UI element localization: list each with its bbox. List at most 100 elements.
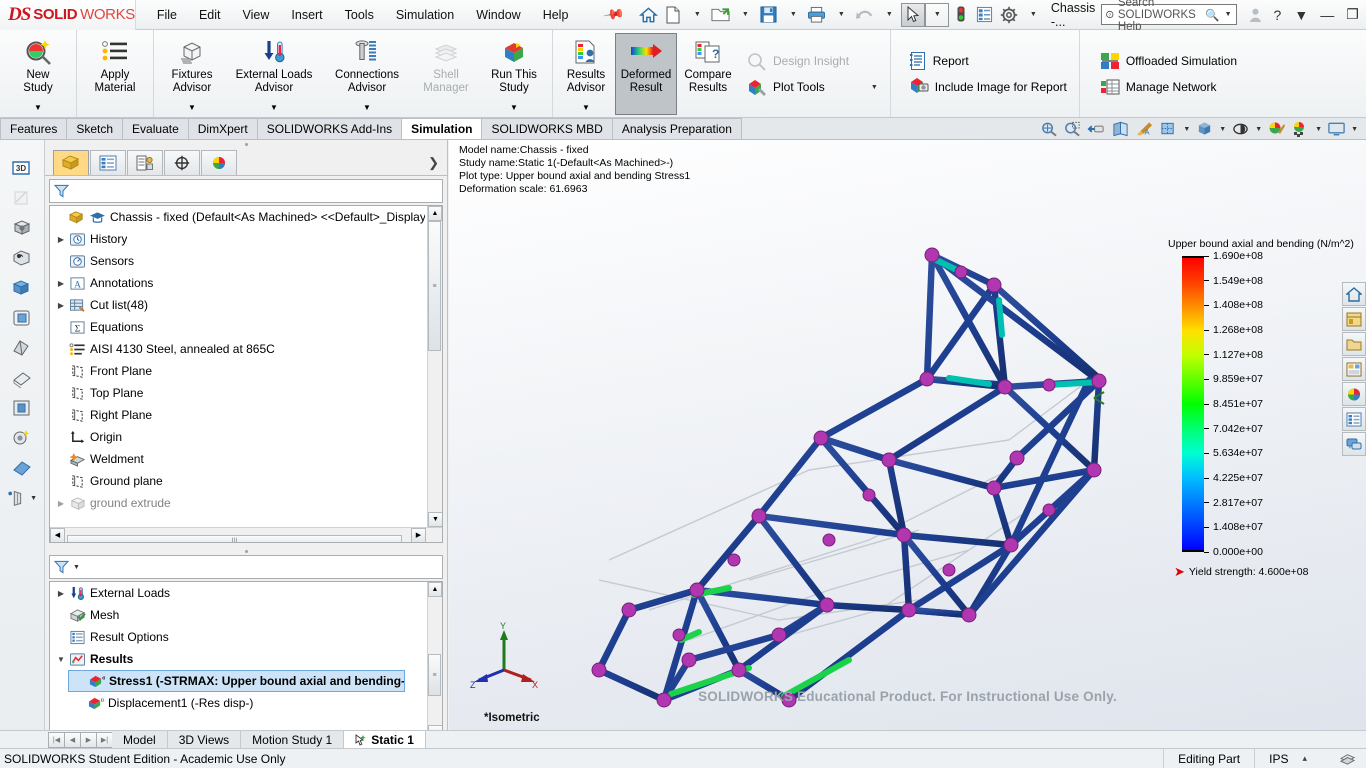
search-dropdown-icon[interactable]: ▼ — [1225, 11, 1232, 18]
file-explorer-icon[interactable] — [1342, 332, 1366, 356]
gear-icon[interactable] — [997, 3, 1021, 27]
tab-evaluate[interactable]: Evaluate — [122, 118, 189, 139]
feature-tree[interactable]: Chassis - fixed (Default<As Machined> <<… — [49, 205, 443, 543]
filter-bar[interactable] — [49, 179, 443, 203]
study-row-result-options[interactable]: Result Options — [50, 626, 425, 648]
hidden-lines-icon[interactable] — [7, 366, 37, 390]
view-palette-icon[interactable] — [1342, 357, 1366, 381]
tree-expander-cut-list[interactable]: ▶ — [54, 301, 68, 310]
study-tree-vscrollbar[interactable]: ▲ ≡ ▼ — [427, 582, 442, 740]
ribbon-fixtures-advisor-dropdown[interactable]: ▼ — [188, 103, 196, 115]
tab-features[interactable]: Features — [0, 118, 68, 139]
ribbon-deformed-result[interactable]: Deformed Result — [615, 33, 677, 115]
tree-row-cut-list[interactable]: ▶ Cut list(48) — [50, 294, 425, 316]
shaded-icon[interactable] — [7, 456, 37, 480]
scroll-down-button[interactable]: ▼ — [428, 512, 442, 527]
custom-properties-icon[interactable] — [1342, 407, 1366, 431]
ribbon-results-advisor-dropdown[interactable]: ▼ — [582, 103, 590, 115]
menu-file[interactable]: File — [156, 6, 178, 24]
ribbon-plot-tools[interactable]: Plot Tools ▼ — [741, 74, 884, 100]
ribbon-offloaded-simulation[interactable]: Offloaded Simulation — [1094, 48, 1243, 74]
section-view-icon[interactable] — [1110, 120, 1130, 138]
scroll-right-button[interactable]: ▶ — [411, 527, 426, 542]
menu-view[interactable]: View — [242, 6, 271, 24]
feature-tree-vscrollbar[interactable]: ▲ ≡ ▼ — [427, 206, 442, 542]
ribbon-new-study[interactable]: New Study ▼ — [4, 33, 72, 115]
normal-to-icon[interactable] — [7, 306, 37, 330]
hscroll-thumb[interactable]: ||| — [67, 535, 402, 542]
feature-tree-tab[interactable] — [53, 150, 89, 175]
property-manager-tab[interactable] — [90, 150, 126, 175]
ribbon-new-study-dropdown[interactable]: ▼ — [34, 103, 42, 115]
plane-display-dropdown[interactable]: ▼ — [30, 495, 37, 502]
feature-tree-hscrollbar[interactable]: ◀ ||| ▶ — [50, 527, 442, 542]
search-input[interactable]: ? Search SOLIDWORKS Help 🔍 ▼ — [1101, 0, 1237, 33]
status-units[interactable]: IPS — [1254, 748, 1302, 768]
ribbon-external-loads-advisor-dropdown[interactable]: ▼ — [270, 103, 278, 115]
display-monitor-icon[interactable] — [1326, 120, 1346, 138]
ribbon-fixtures-advisor[interactable]: Fixtures Advisor ▼ — [158, 33, 226, 115]
menu-tools[interactable]: Tools — [344, 6, 375, 24]
hide-show-items-icon[interactable] — [1230, 120, 1250, 138]
study-row-stress1[interactable]: σ Stress1 (-STRMAX: Upper bound axial an… — [68, 670, 405, 692]
ribbon-connections-advisor[interactable]: Connections Advisor ▼ — [322, 33, 412, 115]
open-folder-dropdown[interactable]: ▼ — [733, 3, 757, 27]
study-row-results[interactable]: ▼ Results — [50, 648, 425, 670]
study-tree[interactable]: ▶ External Loads Mesh Result Options ▼ R… — [49, 581, 443, 741]
minimize-icon[interactable]: — — [1320, 7, 1334, 23]
study-row-displacement1[interactable]: u Displacement1 (-Res disp-) — [68, 692, 425, 714]
print-dropdown[interactable]: ▼ — [829, 3, 853, 27]
first-icon[interactable]: |◀ — [48, 731, 65, 748]
tree-row-front-plane[interactable]: Front Plane — [50, 360, 425, 382]
wireframe-icon[interactable] — [7, 336, 37, 360]
zoom-to-fit-icon[interactable] — [1038, 120, 1058, 138]
chevron-right-icon[interactable]: ❯ — [428, 155, 447, 175]
tree-row-ground-extrude[interactable]: ▶ ground extrude — [50, 492, 425, 514]
new-document-dropdown[interactable]: ▼ — [685, 3, 709, 27]
ribbon-manage-network[interactable]: Manage Network — [1094, 74, 1243, 100]
select-dropdown[interactable]: ▼ — [924, 2, 949, 27]
plane-display-icon[interactable]: ▼ — [7, 486, 37, 510]
previous-view-icon[interactable] — [1086, 120, 1106, 138]
view-orientation-dropdown[interactable]: ▼ — [1183, 126, 1190, 133]
configuration-manager-tab[interactable] — [127, 150, 163, 175]
select-arrow-icon[interactable] — [900, 2, 925, 27]
scroll-thumb[interactable]: ≡ — [428, 221, 441, 351]
doc-tab-motion-study-1[interactable]: Motion Study 1 — [241, 731, 345, 749]
filter-dropdown-icon[interactable]: ▼ — [73, 564, 80, 571]
tree-row-annotations[interactable]: ▶ A Annotations — [50, 272, 425, 294]
edit-appearance-icon[interactable]: A — [1134, 120, 1154, 138]
prev-icon[interactable]: ◀ — [64, 731, 81, 748]
new-document-icon[interactable] — [661, 3, 685, 27]
design-library-icon[interactable] — [1342, 307, 1366, 331]
tree-row-equations[interactable]: Σ Equations — [50, 316, 425, 338]
open-folder-icon[interactable] — [709, 3, 733, 27]
view-settings-icon[interactable] — [1290, 120, 1310, 138]
ribbon-report[interactable]: Report — [903, 48, 1073, 74]
view-settings-dropdown[interactable]: ▼ — [1315, 126, 1322, 133]
ribbon-plot-tools-dropdown[interactable]: ▼ — [871, 84, 878, 91]
study-scroll-up-button[interactable]: ▲ — [428, 582, 442, 597]
zoom-to-area-icon[interactable] — [1062, 120, 1082, 138]
doc-tab-model[interactable]: Model — [112, 731, 168, 749]
ribbon-apply-material[interactable]: Apply Material — [81, 33, 149, 115]
study-scroll-thumb[interactable]: ≡ — [428, 654, 441, 696]
study-row-external-loads[interactable]: ▶ External Loads — [50, 582, 425, 604]
ribbon-external-loads-advisor[interactable]: External Loads Advisor ▼ — [226, 33, 322, 115]
snap-icon[interactable] — [7, 246, 37, 270]
appearances-icon[interactable] — [1342, 382, 1366, 406]
ribbon-connections-advisor-dropdown[interactable]: ▼ — [363, 103, 371, 115]
tree-row-right-plane[interactable]: Right Plane — [50, 404, 425, 426]
doc-tab-static-1[interactable]: Static 1 — [344, 731, 426, 749]
ribbon-compare-results[interactable]: ? Compare Results — [677, 33, 739, 115]
panel-splitter-middle[interactable] — [45, 547, 447, 555]
display-style-dropdown[interactable]: ▼ — [1219, 126, 1226, 133]
tab-solidworks-addins[interactable]: SOLIDWORKS Add-Ins — [256, 118, 403, 139]
last-icon[interactable]: ▶| — [96, 731, 113, 748]
restore-icon[interactable]: ❐ — [1346, 6, 1359, 23]
tab-solidworks-mbd[interactable]: SOLIDWORKS MBD — [481, 118, 613, 139]
tree-row-ground-plane[interactable]: Ground plane — [50, 470, 425, 492]
shaded-box-icon[interactable] — [7, 216, 37, 240]
study-row-mesh[interactable]: Mesh — [50, 604, 425, 626]
apply-scene-icon[interactable] — [1266, 120, 1286, 138]
